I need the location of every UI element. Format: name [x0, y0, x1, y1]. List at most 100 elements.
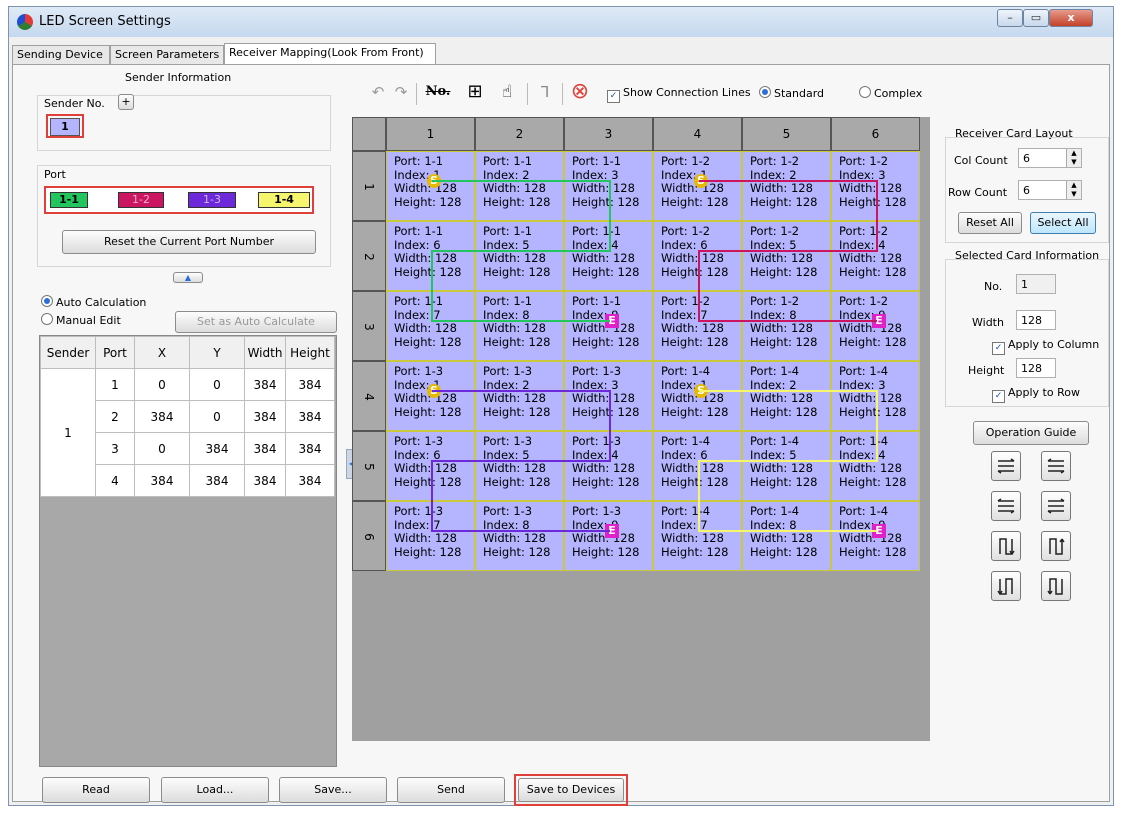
col-header-sender: Sender	[40, 336, 96, 369]
width-label: Width	[972, 316, 1004, 329]
radio-on-icon	[41, 295, 53, 307]
width-input[interactable]: 128	[1016, 310, 1056, 330]
table-cell: 384	[189, 464, 245, 497]
read-button[interactable]: Read	[42, 777, 150, 803]
toolbar-divider	[416, 83, 417, 105]
wiring-vertical-up-reverse-icon[interactable]	[1041, 571, 1071, 601]
col-count-value: 6	[1023, 152, 1030, 165]
app-icon	[17, 14, 33, 30]
tab-sending-device[interactable]: Sending Device	[12, 45, 110, 64]
tab-screen-parameters[interactable]: Screen Parameters	[110, 45, 224, 64]
height-input[interactable]: 128	[1016, 358, 1056, 378]
complex-label: Complex	[874, 87, 923, 100]
send-button[interactable]: Send	[397, 777, 505, 803]
port-group: Port 1-1 1-2 1-3 1-4 Reset the Current P…	[37, 165, 331, 267]
wiring-vertical-down-icon[interactable]	[991, 531, 1021, 561]
port-1-2-button[interactable]: 1-2	[118, 192, 164, 208]
manual-edit-label: Manual Edit	[56, 314, 121, 327]
minimize-button[interactable]: –	[997, 9, 1023, 27]
sender-selector[interactable]: 1	[46, 114, 84, 138]
table-cell: 0	[189, 400, 245, 433]
port-1-4-button[interactable]: 1-4	[258, 192, 310, 208]
port-1-1-button[interactable]: 1-1	[50, 192, 88, 208]
show-connection-lines-label: Show Connection Lines	[623, 86, 751, 99]
auto-calculation-radio[interactable]: Auto Calculation	[41, 295, 146, 309]
clear-icon[interactable]: ⊗	[568, 80, 592, 104]
connection-line	[431, 390, 611, 532]
radio-on-icon	[759, 86, 771, 98]
apply-to-row-label: Apply to Row	[1008, 386, 1080, 399]
tab-panel: Sender Information Sender No. + 1 Port 1…	[12, 64, 1110, 806]
row-count-label: Row Count	[948, 186, 1008, 199]
save-button[interactable]: Save...	[279, 777, 387, 803]
main-window: LED Screen Settings – ▭ x Sending Device…	[8, 6, 1114, 806]
complex-radio[interactable]: Complex	[859, 86, 922, 100]
table-cell: 384	[244, 464, 286, 497]
close-button[interactable]: x	[1049, 9, 1093, 27]
grid-icon[interactable]: ⊞	[463, 80, 487, 104]
reset-port-number-button[interactable]: Reset the Current Port Number	[62, 230, 316, 254]
row-count-input[interactable]: 6 ▲ ▼	[1018, 180, 1082, 200]
receiver-layout-group: Col Count 6 ▲ ▼ Row Count 6 ▲ ▼ Reset All Se…	[945, 137, 1109, 243]
tab-receiver-mapping[interactable]: Receiver Mapping(Look From Front)	[224, 43, 436, 65]
number-icon[interactable]: No.	[421, 80, 455, 104]
bracket-icon[interactable]: ⅂	[535, 80, 555, 104]
sender-value: 1	[50, 118, 80, 136]
apply-to-row-checkbox[interactable]: ✓ Apply to Row	[992, 386, 1080, 403]
wiring-horizontal-bottom-right-icon[interactable]	[1041, 491, 1071, 521]
show-connection-lines-checkbox[interactable]: ✓ Show Connection Lines	[607, 86, 751, 103]
table-cell: 3	[95, 432, 135, 465]
add-sender-button[interactable]: +	[118, 94, 134, 110]
table-cell: 384	[189, 432, 245, 465]
redo-icon[interactable]: ↷	[391, 80, 411, 104]
hand-icon[interactable]: ☝	[495, 80, 519, 104]
wiring-horizontal-bottom-left-icon[interactable]	[991, 491, 1021, 521]
port-1-3-button[interactable]: 1-3	[188, 192, 236, 208]
sender-cell: 1	[40, 368, 96, 497]
no-value: 1	[1016, 274, 1056, 294]
operation-guide-button[interactable]: Operation Guide	[973, 421, 1089, 445]
wiring-vertical-up-icon[interactable]	[1041, 531, 1071, 561]
checkbox-checked-icon: ✓	[607, 90, 620, 103]
port-table-area: Sender Port X Y Width Height 1 1 0 0 384…	[39, 335, 337, 767]
toolbar-divider	[562, 83, 563, 105]
manual-edit-radio[interactable]: Manual Edit	[41, 313, 121, 327]
checkbox-checked-icon: ✓	[992, 390, 1005, 403]
spinner-icon[interactable]: ▲ ▼	[1066, 149, 1081, 167]
auto-calculation-label: Auto Calculation	[56, 296, 147, 309]
apply-to-column-checkbox[interactable]: ✓ Apply to Column	[992, 338, 1099, 355]
wiring-horizontal-right-icon[interactable]	[1041, 451, 1071, 481]
sender-no-group: Sender No. + 1	[37, 94, 331, 151]
maximize-button[interactable]: ▭	[1023, 9, 1049, 27]
port-label: Port	[44, 168, 66, 181]
row-count-value: 6	[1023, 184, 1030, 197]
wiring-horizontal-left-icon[interactable]	[991, 451, 1021, 481]
wiring-vertical-down-reverse-icon[interactable]	[991, 571, 1021, 601]
standard-radio[interactable]: Standard	[759, 86, 824, 100]
table-cell: 384	[285, 432, 335, 465]
window-title: LED Screen Settings	[39, 14, 171, 29]
col-header-height: Height	[285, 336, 335, 369]
table-cell: 0	[134, 368, 190, 401]
selected-card-group: No. 1 Width 128 ✓ Apply to Column Height …	[945, 259, 1109, 407]
collapse-button[interactable]: ▲	[173, 272, 203, 283]
table-cell: 2	[95, 400, 135, 433]
reset-all-button[interactable]: Reset All	[958, 212, 1022, 234]
sender-info-title: Sender Information	[125, 71, 232, 84]
save-to-devices-button[interactable]: Save to Devices	[518, 778, 624, 802]
table-cell: 384	[244, 368, 286, 401]
sender-no-label: Sender No.	[44, 97, 105, 110]
col-header-port: Port	[95, 336, 135, 369]
spinner-icon[interactable]: ▲ ▼	[1066, 181, 1081, 199]
table-cell: 384	[285, 368, 335, 401]
port-table: Sender Port X Y Width Height 1 1 0 0 384…	[40, 336, 335, 497]
table-cell: 384	[244, 400, 286, 433]
load-button[interactable]: Load...	[161, 777, 269, 803]
table-row[interactable]: 1 1 0 0 384 384	[40, 368, 335, 497]
set-auto-calculate-button[interactable]: Set as Auto Calculate	[175, 311, 337, 333]
col-count-input[interactable]: 6 ▲ ▼	[1018, 148, 1082, 168]
select-all-button[interactable]: Select All	[1030, 212, 1096, 234]
undo-icon[interactable]: ↶	[368, 80, 388, 104]
connection-line	[431, 180, 611, 322]
table-cell: 384	[134, 464, 190, 497]
